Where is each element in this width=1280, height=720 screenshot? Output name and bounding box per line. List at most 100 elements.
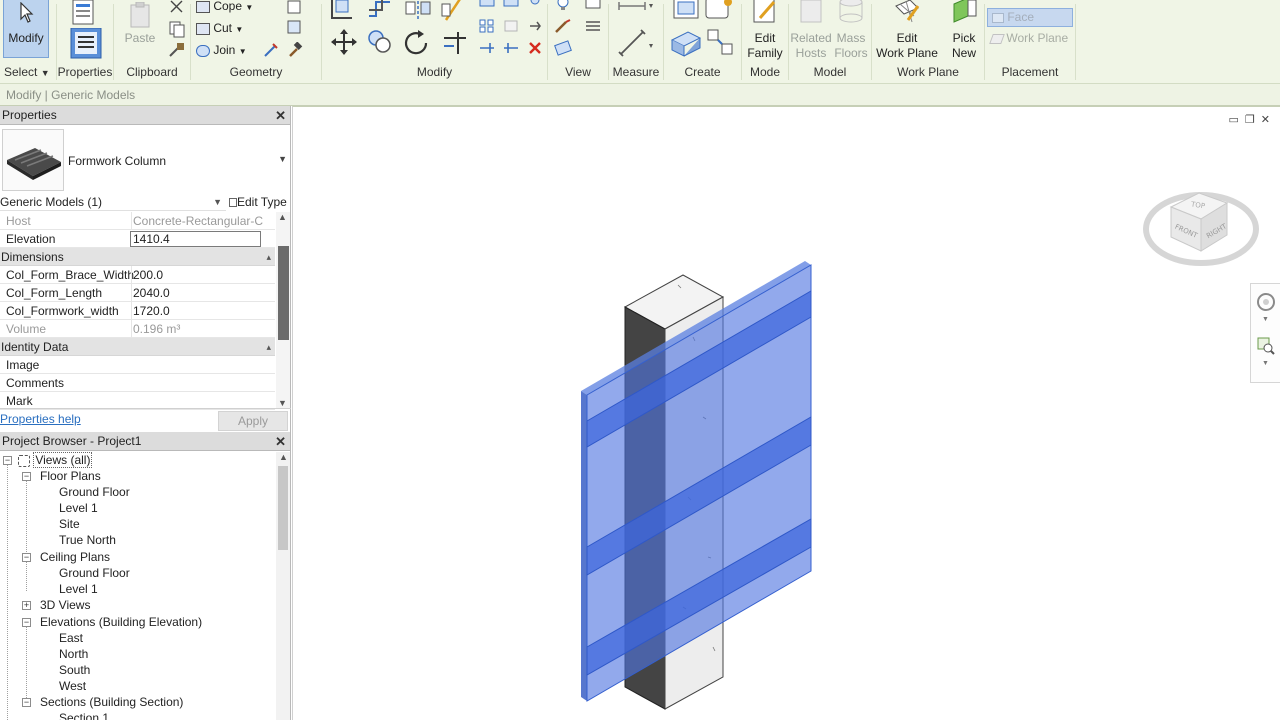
browser-scrollbar[interactable]: ▲ xyxy=(276,452,290,720)
properties-scrollbar[interactable]: ▲ ▼ xyxy=(276,212,290,408)
tree-node-view[interactable]: Level 1 xyxy=(59,500,98,516)
face-button[interactable]: Face xyxy=(987,8,1073,27)
edit-type-button[interactable]: Edit Type xyxy=(229,193,287,211)
properties-scroll-thumb[interactable] xyxy=(278,246,289,340)
hide-bulb-icon[interactable] xyxy=(554,0,572,12)
cut-icon[interactable] xyxy=(168,0,186,14)
instance-filter-dropdown[interactable]: Generic Models (1) ▼ xyxy=(0,193,226,211)
tree-node-view[interactable]: Ground Floor xyxy=(59,565,130,581)
tree-node-3d-views[interactable]: 3D Views xyxy=(40,597,90,613)
create-parts-icon[interactable] xyxy=(672,0,700,22)
split-gap-icon[interactable] xyxy=(502,0,520,10)
scroll-up-icon[interactable]: ▲ xyxy=(279,452,288,462)
pick-new-button[interactable]: Pick New xyxy=(944,0,984,64)
split-element-icon[interactable] xyxy=(478,0,496,10)
elevation-input[interactable]: 1410.4 xyxy=(130,231,261,247)
offset-icon[interactable] xyxy=(366,0,394,22)
tree-node-elevations[interactable]: Elevations (Building Elevation) xyxy=(40,614,202,630)
formwork-panel[interactable] xyxy=(581,261,812,702)
select-dropdown[interactable]: Select ▼ xyxy=(4,65,56,79)
create-similar-icon[interactable] xyxy=(706,28,736,58)
tree-node-ceiling-plans[interactable]: Ceiling Plans xyxy=(40,549,110,565)
close-icon[interactable]: ✕ xyxy=(275,106,286,125)
collapse-toggle[interactable]: − xyxy=(22,553,31,562)
mass-floors-button[interactable]: Mass Floors xyxy=(831,0,871,64)
array-icon[interactable] xyxy=(478,18,496,34)
copy-element-icon[interactable] xyxy=(366,28,394,56)
line-styles-icon[interactable] xyxy=(584,18,602,34)
trim-multiple-icon[interactable] xyxy=(478,40,496,56)
split-face-icon[interactable] xyxy=(287,20,301,34)
tree-node-view[interactable]: Ground Floor xyxy=(59,484,130,500)
collapse-icon[interactable]: ▴ xyxy=(266,248,271,266)
move-icon[interactable] xyxy=(330,28,358,56)
tree-node-view[interactable]: Section 1 xyxy=(59,710,109,720)
measure-distance-icon[interactable] xyxy=(615,0,655,16)
paste-button[interactable]: Paste xyxy=(120,0,160,58)
tree-node-view[interactable]: West xyxy=(59,678,86,694)
3d-viewport[interactable]: ▭❐✕ TOP FRONT RIGHT ▼ ▼ xyxy=(292,106,1280,720)
aligned-dimension-icon[interactable] xyxy=(615,28,655,58)
property-value[interactable]: 2040.0 xyxy=(131,284,263,302)
modify-button[interactable]: Modify xyxy=(3,0,49,58)
related-hosts-button[interactable]: Related Hosts xyxy=(789,0,833,64)
tree-node-view[interactable]: Level 1 xyxy=(59,581,98,597)
collapse-toggle[interactable]: − xyxy=(3,456,12,465)
tree-node-view[interactable]: True North xyxy=(59,532,116,548)
tree-node-views-all[interactable]: Views (all) xyxy=(18,452,93,468)
type-selector[interactable]: Formwork Column ▼ xyxy=(0,126,291,194)
browser-scroll-thumb[interactable] xyxy=(278,466,288,550)
trim-single-icon[interactable] xyxy=(502,40,520,56)
hammer-icon[interactable] xyxy=(287,42,303,58)
join-button[interactable]: Join ▼ xyxy=(196,42,247,60)
work-plane-placement-button[interactable]: Work Plane xyxy=(987,30,1073,49)
tree-node-view[interactable]: North xyxy=(59,646,88,662)
collapse-icon[interactable]: ▴ xyxy=(266,338,271,356)
cope-button[interactable]: Cope ▼ xyxy=(196,0,253,16)
selection-box-icon[interactable] xyxy=(554,40,572,56)
collapse-toggle[interactable]: − xyxy=(22,472,31,481)
unpin-icon[interactable] xyxy=(526,18,544,34)
create-assembly-icon[interactable] xyxy=(670,28,702,60)
wall-joins-icon[interactable] xyxy=(287,0,301,14)
scroll-down-icon[interactable]: ▼ xyxy=(278,398,287,408)
rotate-icon[interactable] xyxy=(402,28,432,58)
override-graphics-icon[interactable] xyxy=(584,0,602,12)
scale-icon[interactable] xyxy=(502,18,520,34)
zoom-region-icon[interactable] xyxy=(1256,336,1276,356)
collapse-toggle[interactable]: − xyxy=(22,618,31,627)
close-icon[interactable]: ✕ xyxy=(1261,114,1276,126)
trim-extend-icon[interactable] xyxy=(440,28,470,58)
match-properties-icon[interactable] xyxy=(168,42,186,58)
tree-node-floor-plans[interactable]: Floor Plans xyxy=(40,468,101,484)
edit-family-button[interactable]: Edit Family xyxy=(744,0,786,64)
linework-brush-icon[interactable] xyxy=(554,18,572,34)
minimize-icon[interactable]: ▭ xyxy=(1229,114,1245,126)
property-value[interactable]: 1720.0 xyxy=(131,302,263,320)
restore-icon[interactable]: ❐ xyxy=(1245,114,1261,126)
properties-help-link[interactable]: Properties help xyxy=(0,412,81,426)
category-identity-data[interactable]: Identity Data ▴ xyxy=(0,338,275,356)
close-icon[interactable]: ✕ xyxy=(275,432,286,451)
chevron-down-icon[interactable]: ▼ xyxy=(1262,360,1269,367)
paint-icon[interactable] xyxy=(263,42,279,58)
property-value[interactable]: 200.0 xyxy=(131,266,263,284)
pin-icon[interactable] xyxy=(526,0,544,10)
tree-node-sections[interactable]: Sections (Building Section) xyxy=(40,694,183,710)
chevron-down-icon[interactable]: ▼ xyxy=(1262,316,1269,323)
mirror-axis-icon[interactable] xyxy=(404,0,432,22)
3d-model[interactable] xyxy=(573,257,833,717)
delete-icon[interactable] xyxy=(526,40,544,56)
apply-button[interactable]: Apply xyxy=(218,411,288,431)
cut-geometry-button[interactable]: Cut ▼ xyxy=(196,20,243,38)
type-properties-button[interactable] xyxy=(63,0,107,59)
create-group-icon[interactable] xyxy=(704,0,734,22)
category-dimensions[interactable]: Dimensions ▴ xyxy=(0,248,275,266)
chevron-down-icon[interactable]: ▼ xyxy=(278,154,287,164)
steering-wheel-icon[interactable] xyxy=(1256,292,1276,312)
viewcube[interactable]: TOP FRONT RIGHT xyxy=(1143,173,1263,273)
tree-node-view[interactable]: South xyxy=(59,662,90,678)
copy-icon[interactable] xyxy=(168,20,186,38)
tree-node-view[interactable]: East xyxy=(59,630,83,646)
collapse-toggle[interactable]: − xyxy=(22,698,31,707)
